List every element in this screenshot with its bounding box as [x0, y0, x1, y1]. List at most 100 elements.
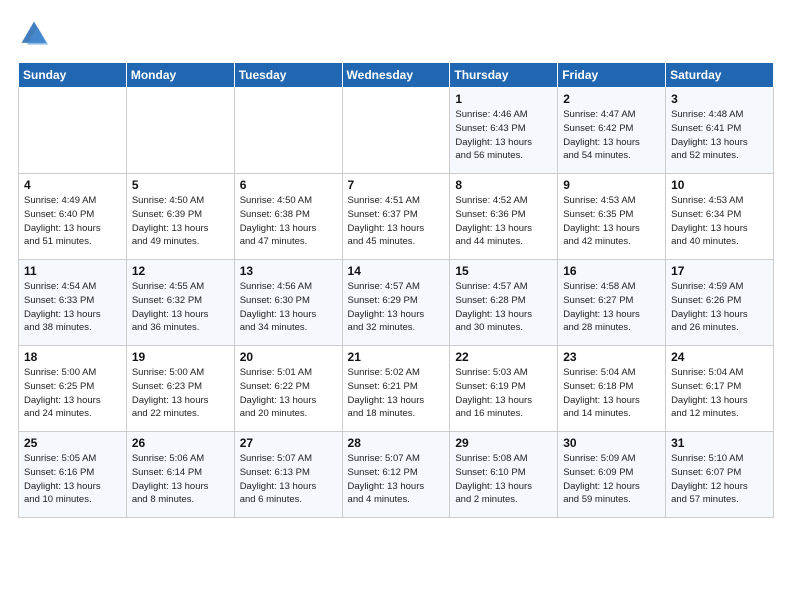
day-number: 19 [132, 350, 229, 364]
calendar-cell: 20 Sunrise: 5:01 AM Sunset: 6:22 PM Dayli… [234, 346, 342, 432]
day-number: 18 [24, 350, 121, 364]
calendar-cell: 14Sunrise: 4:57 AM Sunset: 6:29 PM Dayli… [342, 260, 450, 346]
day-detail: Sunrise: 4:47 AM Sunset: 6:42 PM Dayligh… [563, 108, 660, 163]
weekday-header-sunday: Sunday [19, 63, 127, 88]
day-number: 27 [240, 436, 337, 450]
day-detail: Sunrise: 5:06 AM Sunset: 6:14 PM Dayligh… [132, 452, 229, 507]
week-row-5: 25 Sunrise: 5:05 AM Sunset: 6:16 PM Dayli… [19, 432, 774, 518]
weekday-header-tuesday: Tuesday [234, 63, 342, 88]
day-number: 30 [563, 436, 660, 450]
day-detail: Sunrise: 5:04 AM Sunset: 6:18 PM Dayligh… [563, 366, 660, 421]
day-number: 10 [671, 178, 768, 192]
week-row-1: 1 Sunrise: 4:46 AM Sunset: 6:43 PM Daylig… [19, 88, 774, 174]
day-detail: Sunrise: 4:49 AM Sunset: 6:40 PM Dayligh… [24, 194, 121, 249]
logo [18, 18, 54, 50]
calendar-cell: 10 Sunrise: 4:53 AM Sunset: 6:34 PM Dayli… [666, 174, 774, 260]
day-detail: Sunrise: 5:07 AM Sunset: 6:12 PM Dayligh… [348, 452, 445, 507]
day-number: 8 [455, 178, 552, 192]
calendar-cell: 31 Sunrise: 5:10 AM Sunset: 6:07 PM Dayli… [666, 432, 774, 518]
day-detail: Sunrise: 5:00 AM Sunset: 6:25 PM Dayligh… [24, 366, 121, 421]
day-number: 22 [455, 350, 552, 364]
weekday-header-wednesday: Wednesday [342, 63, 450, 88]
day-number: 11 [24, 264, 121, 278]
day-detail: Sunrise: 5:08 AM Sunset: 6:10 PM Dayligh… [455, 452, 552, 507]
day-number: 25 [24, 436, 121, 450]
calendar-cell: 24 Sunrise: 5:04 AM Sunset: 6:17 PM Dayli… [666, 346, 774, 432]
calendar-cell: 29 Sunrise: 5:08 AM Sunset: 6:10 PM Dayli… [450, 432, 558, 518]
day-number: 21 [348, 350, 445, 364]
day-number: 24 [671, 350, 768, 364]
calendar-cell: 21 Sunrise: 5:02 AM Sunset: 6:21 PM Dayli… [342, 346, 450, 432]
weekday-header-monday: Monday [126, 63, 234, 88]
day-number: 13 [240, 264, 337, 278]
day-number: 26 [132, 436, 229, 450]
day-detail: Sunrise: 5:04 AM Sunset: 6:17 PM Dayligh… [671, 366, 768, 421]
day-number: 20 [240, 350, 337, 364]
day-detail: Sunrise: 4:53 AM Sunset: 6:34 PM Dayligh… [671, 194, 768, 249]
day-detail: Sunrise: 4:56 AM Sunset: 6:30 PM Dayligh… [240, 280, 337, 335]
calendar-cell: 15 Sunrise: 4:57 AM Sunset: 6:28 PM Dayli… [450, 260, 558, 346]
day-number: 29 [455, 436, 552, 450]
day-detail: Sunrise: 4:46 AM Sunset: 6:43 PM Dayligh… [455, 108, 552, 163]
calendar-cell: 19 Sunrise: 5:00 AM Sunset: 6:23 PM Dayli… [126, 346, 234, 432]
weekday-header-friday: Friday [558, 63, 666, 88]
weekday-header-row: SundayMondayTuesdayWednesdayThursdayFrid… [19, 63, 774, 88]
calendar-cell: 28 Sunrise: 5:07 AM Sunset: 6:12 PM Dayli… [342, 432, 450, 518]
day-detail: Sunrise: 5:05 AM Sunset: 6:16 PM Dayligh… [24, 452, 121, 507]
day-number: 16 [563, 264, 660, 278]
day-number: 6 [240, 178, 337, 192]
calendar-cell: 11 Sunrise: 4:54 AM Sunset: 6:33 PM Dayli… [19, 260, 127, 346]
calendar-cell: 5Sunrise: 4:50 AM Sunset: 6:39 PM Daylig… [126, 174, 234, 260]
day-detail: Sunrise: 4:58 AM Sunset: 6:27 PM Dayligh… [563, 280, 660, 335]
calendar-cell: 22Sunrise: 5:03 AM Sunset: 6:19 PM Dayli… [450, 346, 558, 432]
header [18, 18, 774, 50]
day-number: 4 [24, 178, 121, 192]
day-detail: Sunrise: 4:55 AM Sunset: 6:32 PM Dayligh… [132, 280, 229, 335]
calendar-cell: 25 Sunrise: 5:05 AM Sunset: 6:16 PM Dayli… [19, 432, 127, 518]
calendar-cell: 9 Sunrise: 4:53 AM Sunset: 6:35 PM Daylig… [558, 174, 666, 260]
week-row-3: 11 Sunrise: 4:54 AM Sunset: 6:33 PM Dayli… [19, 260, 774, 346]
day-detail: Sunrise: 5:09 AM Sunset: 6:09 PM Dayligh… [563, 452, 660, 507]
calendar-cell: 12Sunrise: 4:55 AM Sunset: 6:32 PM Dayli… [126, 260, 234, 346]
day-number: 5 [132, 178, 229, 192]
day-number: 9 [563, 178, 660, 192]
calendar-cell: 23 Sunrise: 5:04 AM Sunset: 6:18 PM Dayli… [558, 346, 666, 432]
weekday-header-saturday: Saturday [666, 63, 774, 88]
day-detail: Sunrise: 4:59 AM Sunset: 6:26 PM Dayligh… [671, 280, 768, 335]
calendar-cell: 30 Sunrise: 5:09 AM Sunset: 6:09 PM Dayli… [558, 432, 666, 518]
day-number: 1 [455, 92, 552, 106]
day-detail: Sunrise: 4:50 AM Sunset: 6:38 PM Dayligh… [240, 194, 337, 249]
day-number: 17 [671, 264, 768, 278]
week-row-2: 4 Sunrise: 4:49 AM Sunset: 6:40 PM Daylig… [19, 174, 774, 260]
day-detail: Sunrise: 4:53 AM Sunset: 6:35 PM Dayligh… [563, 194, 660, 249]
day-detail: Sunrise: 4:57 AM Sunset: 6:28 PM Dayligh… [455, 280, 552, 335]
day-detail: Sunrise: 4:48 AM Sunset: 6:41 PM Dayligh… [671, 108, 768, 163]
day-number: 15 [455, 264, 552, 278]
day-number: 14 [348, 264, 445, 278]
day-detail: Sunrise: 5:01 AM Sunset: 6:22 PM Dayligh… [240, 366, 337, 421]
day-detail: Sunrise: 5:07 AM Sunset: 6:13 PM Dayligh… [240, 452, 337, 507]
calendar-cell: 2Sunrise: 4:47 AM Sunset: 6:42 PM Daylig… [558, 88, 666, 174]
calendar-cell: 3 Sunrise: 4:48 AM Sunset: 6:41 PM Daylig… [666, 88, 774, 174]
day-detail: Sunrise: 5:02 AM Sunset: 6:21 PM Dayligh… [348, 366, 445, 421]
logo-icon [18, 18, 50, 50]
day-detail: Sunrise: 4:54 AM Sunset: 6:33 PM Dayligh… [24, 280, 121, 335]
calendar-cell: 7 Sunrise: 4:51 AM Sunset: 6:37 PM Daylig… [342, 174, 450, 260]
day-number: 23 [563, 350, 660, 364]
calendar-cell: 17 Sunrise: 4:59 AM Sunset: 6:26 PM Dayli… [666, 260, 774, 346]
calendar-cell: 18 Sunrise: 5:00 AM Sunset: 6:25 PM Dayli… [19, 346, 127, 432]
calendar-cell: 1 Sunrise: 4:46 AM Sunset: 6:43 PM Daylig… [450, 88, 558, 174]
day-number: 3 [671, 92, 768, 106]
day-number: 28 [348, 436, 445, 450]
day-detail: Sunrise: 4:52 AM Sunset: 6:36 PM Dayligh… [455, 194, 552, 249]
day-detail: Sunrise: 5:00 AM Sunset: 6:23 PM Dayligh… [132, 366, 229, 421]
calendar-cell: 13 Sunrise: 4:56 AM Sunset: 6:30 PM Dayli… [234, 260, 342, 346]
day-number: 7 [348, 178, 445, 192]
day-detail: Sunrise: 5:10 AM Sunset: 6:07 PM Dayligh… [671, 452, 768, 507]
calendar-cell: 27 Sunrise: 5:07 AM Sunset: 6:13 PM Dayli… [234, 432, 342, 518]
calendar-cell [126, 88, 234, 174]
calendar-cell: 16 Sunrise: 4:58 AM Sunset: 6:27 PM Dayli… [558, 260, 666, 346]
day-number: 31 [671, 436, 768, 450]
weekday-header-thursday: Thursday [450, 63, 558, 88]
day-detail: Sunrise: 4:51 AM Sunset: 6:37 PM Dayligh… [348, 194, 445, 249]
